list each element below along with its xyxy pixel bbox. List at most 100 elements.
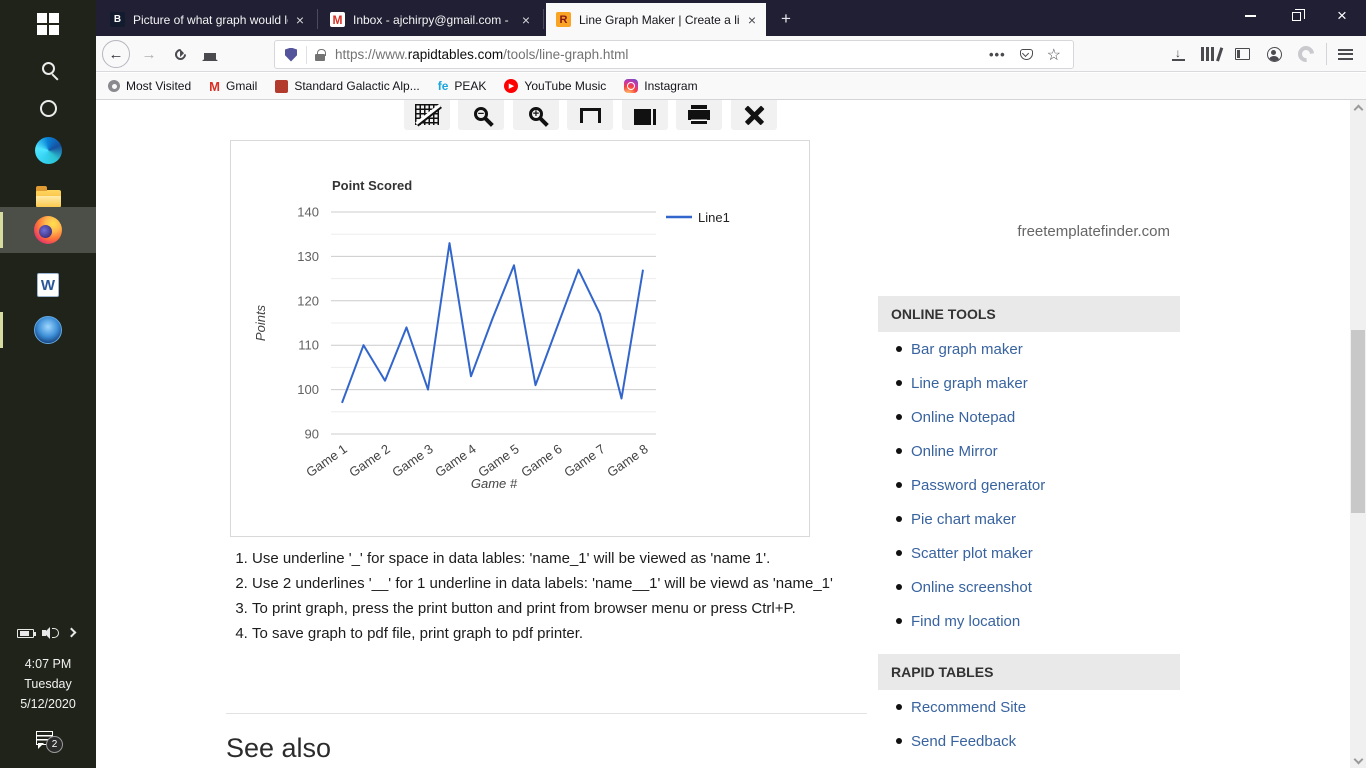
scrollbar-thumb[interactable] [1351,330,1365,513]
home-button[interactable] [196,36,224,72]
edit-graph-button[interactable] [404,100,450,130]
taskbar-item-media-app[interactable] [0,308,96,352]
bookmark-peak[interactable]: fe PEAK [438,79,487,93]
tab-close-icon[interactable]: × [294,12,306,28]
instructions-list: Use underline '_' for space in data labl… [232,548,854,648]
print-button[interactable] [676,100,722,130]
tab-2[interactable]: M Inbox - ajchirpy@gmail.com - × [320,3,540,36]
library-button[interactable] [1196,36,1224,72]
browser-titlebar: B Picture of what graph would lo × M Inb… [96,0,1366,36]
bookmark-youtube-music[interactable]: ▶ YouTube Music [504,79,606,93]
bookmark-standard-galactic[interactable]: Standard Galactic Alp... [275,79,420,93]
svg-text:Game 5: Game 5 [475,441,521,480]
minimize-button[interactable] [1233,0,1267,32]
bookmark-star-icon[interactable]: ☆ [1047,45,1061,65]
pocket-icon[interactable] [1019,49,1033,60]
firefox-icon [34,216,62,244]
taskbar-clock[interactable]: 4:07 PM Tuesday 5/12/2020 [0,655,96,714]
close-button[interactable]: × [1325,0,1359,32]
bullet-icon [896,482,902,488]
tab-3-active[interactable]: R Line Graph Maker | Create a lin × [546,3,766,36]
downloads-button[interactable]: ↓ [1164,36,1192,72]
bullet-icon [896,346,902,352]
urlbar-separator [306,45,307,64]
volume-tray-icon[interactable] [42,627,60,640]
instruction-item: Use underline '_' for space in data labl… [252,548,854,569]
tab-1[interactable]: B Picture of what graph would lo × [100,3,314,36]
svg-text:100: 100 [297,382,319,397]
line-chart: 90 100 110 120 130 140 Game 1 Game 2 Game 3 Game … [231,141,809,541]
sidebars-button[interactable] [1228,36,1256,72]
save-graph-button[interactable] [567,100,613,130]
list-item: Line graph maker [878,366,1180,400]
cortana-button[interactable] [0,86,96,130]
start-button[interactable] [0,2,96,46]
show-hidden-icons-button[interactable] [66,627,77,638]
link-bar-graph-maker[interactable]: Bar graph maker [911,341,1023,358]
tracking-shield-icon[interactable] [285,47,297,62]
svg-text:90: 90 [305,427,319,442]
restore-button[interactable] [1279,0,1313,32]
sidebar-icon [1234,48,1250,60]
link-send-feedback[interactable]: Send Feedback [911,733,1016,750]
save-icon [579,108,601,123]
rapid-tables-header: RAPID TABLES [878,654,1180,690]
taskbar-search-button[interactable] [0,46,96,90]
see-also-heading: See also [226,733,332,763]
new-tab-button[interactable]: + [774,8,798,30]
list-item: Online Mirror [878,434,1180,468]
scroll-up-icon[interactable] [1353,104,1363,115]
bullet-icon [896,448,902,454]
link-line-graph-maker[interactable]: Line graph maker [911,375,1028,392]
link-password-generator[interactable]: Password generator [911,477,1045,494]
search-icon [41,61,55,75]
scroll-down-icon[interactable] [1353,754,1363,765]
link-pie-chart-maker[interactable]: Pie chart maker [911,511,1016,528]
link-online-screenshot[interactable]: Online screenshot [911,579,1032,596]
bookmark-gmail[interactable]: M Gmail [209,79,257,94]
bookmark-most-visited[interactable]: Most Visited [108,79,191,93]
zoom-out-button[interactable]: − [458,100,504,130]
forward-button[interactable]: → [135,36,163,72]
scrollbar[interactable] [1350,100,1366,768]
battery-tray-icon[interactable] [17,629,36,638]
tab-3-title: Line Graph Maker | Create a lin [579,12,740,27]
clock-date: 5/12/2020 [20,696,76,711]
bookmark-instagram[interactable]: Instagram [624,79,698,93]
taskbar-item-edge[interactable] [0,128,96,172]
browser-navbar: ← → https://www.rapidtables.com/tools/li… [96,36,1366,72]
edit-graph-icon [415,104,439,125]
page-actions-icon[interactable]: ••• [989,47,1006,62]
link-online-notepad[interactable]: Online Notepad [911,409,1015,426]
tab-close-icon[interactable]: × [520,12,532,28]
address-bar[interactable]: https://www.rapidtables.com/tools/line-g… [274,40,1074,69]
link-find-my-location[interactable]: Find my location [911,613,1020,630]
reload-button[interactable] [166,36,194,72]
restore-icon [1291,8,1305,21]
link-recommend-site[interactable]: Recommend Site [911,699,1026,716]
link-scatter-plot-maker[interactable]: Scatter plot maker [911,545,1033,562]
fullscreen-button[interactable] [622,100,668,130]
menu-button[interactable] [1330,36,1360,72]
url-text[interactable]: https://www.rapidtables.com/tools/line-g… [335,47,628,62]
tab-separator [317,9,318,29]
zoom-in-button[interactable]: + [513,100,559,130]
list-item: Recommend Site [878,690,1180,724]
windows-taskbar: W 4:07 PM Tuesday 5/12/2020 2 [0,0,96,768]
svg-text:110: 110 [298,338,319,353]
delete-graph-button[interactable] [731,100,777,130]
tab-close-icon[interactable]: × [746,12,758,28]
lock-icon[interactable] [315,48,326,61]
taskbar-item-word[interactable]: W [0,263,96,307]
svg-text:Line1: Line1 [698,210,730,225]
extension-button[interactable] [1292,36,1320,72]
bullet-icon [896,550,902,556]
galactic-icon [275,79,289,93]
forward-icon: → [141,45,157,63]
link-online-mirror[interactable]: Online Mirror [911,443,998,460]
back-button[interactable]: ← [99,36,133,72]
account-button[interactable] [1260,36,1288,72]
bullet-icon [896,738,902,744]
bullet-icon [896,414,902,420]
taskbar-item-firefox-active[interactable] [0,207,96,253]
